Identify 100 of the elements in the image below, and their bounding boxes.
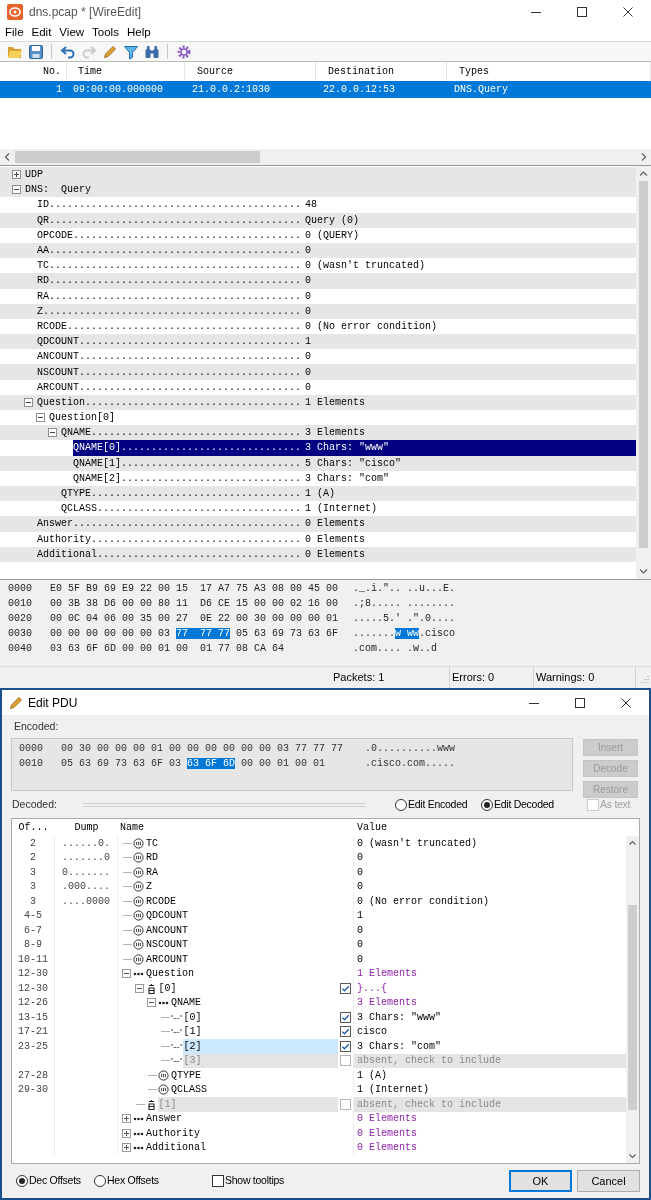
expand-icon[interactable] (122, 1143, 131, 1153)
tree-item[interactable]: QCLASS.................................. 1 (Internet) (61, 501, 636, 517)
dump-cell-text: .000.... (62, 880, 110, 895)
expand-icon[interactable] (122, 1114, 131, 1124)
expand-icon[interactable] (12, 170, 21, 180)
collapse-icon[interactable] (12, 185, 21, 195)
hex-bytes: 00 3B 38 D6 00 00 80 11 D6 CE 15 00 00 02 16 00 (50, 597, 340, 611)
checkbox[interactable] (340, 1026, 351, 1038)
checkbox[interactable] (340, 1040, 351, 1052)
value-cell-text: 0 Elements (356, 1141, 418, 1155)
hex-offset: 0000 (8, 582, 33, 596)
tree-item[interactable]: QTYPE (170, 1068, 353, 1083)
menu-item[interactable]: Help (122, 23, 155, 42)
binoculars-icon[interactable] (143, 43, 160, 60)
tree-item[interactable]: Question (145, 966, 353, 981)
radio-icon[interactable] (395, 798, 407, 811)
checkbox[interactable] (340, 982, 351, 994)
collapse-icon[interactable] (122, 969, 131, 979)
tree-item[interactable]: RA (145, 865, 353, 880)
tree-item[interactable]: Additional (145, 1140, 353, 1155)
column-header[interactable]: Value (354, 819, 639, 836)
collapse-icon[interactable] (36, 413, 45, 423)
ring-icon (133, 852, 144, 864)
tree-item[interactable]: ANCOUNT..................................... 0 (37, 349, 636, 365)
tree-item[interactable]: OPCODE...................................... 0 (QUERY) (37, 227, 636, 243)
checkbox[interactable] (340, 1055, 351, 1067)
collapse-icon[interactable] (24, 397, 33, 407)
tree-item[interactable]: ARCOUNT..................................... 0 (37, 379, 636, 395)
section-label: Encoded: (14, 718, 59, 734)
tree-item[interactable]: Question[0] (49, 410, 636, 426)
close-icon[interactable] (621, 697, 631, 708)
tree-item[interactable]: Authority (145, 1126, 353, 1141)
value-cell-text: 3 Elements (356, 996, 418, 1010)
value-cell-text: 0 (356, 938, 364, 952)
dialog-button[interactable]: Cancel (577, 1170, 640, 1192)
value-cell-text: 1 (356, 909, 364, 923)
dialog-button[interactable]: OK (509, 1170, 572, 1192)
maximize-icon[interactable] (577, 7, 587, 17)
settings-icon[interactable] (175, 43, 192, 60)
checkbox[interactable] (340, 1098, 351, 1110)
tree-item[interactable]: QNAME (170, 995, 353, 1010)
menu-item[interactable]: Tools (88, 23, 123, 42)
checkbox[interactable]: Show tooltips (212, 1173, 285, 1189)
ascii-text: .;8..... ........ (353, 597, 456, 611)
checkbox[interactable] (340, 1011, 351, 1023)
offset-cell-text: 3 (30, 880, 36, 895)
radio-button[interactable]: Dec Offsets (16, 1173, 94, 1189)
tree-item[interactable]: TC.......................................... 0 (wasn't truncated) (37, 258, 636, 274)
undo-icon[interactable] (59, 43, 76, 60)
tree-item[interactable]: TC (145, 836, 353, 851)
tree-item[interactable]: [2] (182, 1039, 338, 1054)
table-cell-text: 21.0.0.2:1030 (191, 83, 271, 97)
tree-item[interactable]: [0] (182, 1010, 338, 1025)
radio-button[interactable]: Edit Decoded (481, 796, 587, 813)
checkbox-icon[interactable] (212, 1175, 224, 1187)
tree-item[interactable]: RCODE (145, 894, 353, 909)
close-icon[interactable] (623, 7, 633, 17)
tree-item[interactable]: ANCOUNT (145, 923, 353, 938)
collapse-icon[interactable] (147, 998, 156, 1008)
column-header[interactable]: Of... (12, 819, 55, 836)
tree-item[interactable]: RA.......................................... 0 (37, 288, 636, 304)
tree-item[interactable]: ARCOUNT (145, 952, 353, 967)
tree-item[interactable]: QNAME[0].............................. 3 Chars: "www" (73, 440, 636, 456)
collapse-icon[interactable] (48, 428, 57, 438)
scrollbar-thumb[interactable] (628, 905, 637, 1110)
tree-item[interactable]: QCLASS (170, 1082, 353, 1097)
ring-icon (133, 881, 144, 893)
tree-item[interactable]: RCODE....................................... 0 (No error condition) (37, 318, 636, 335)
tree-line (123, 915, 132, 917)
tree-item[interactable]: Authority................................... 0 Elements (37, 531, 636, 547)
menu-item[interactable]: Edit (27, 23, 56, 42)
tree-item[interactable]: NSCOUNT (145, 937, 353, 952)
tree-item[interactable]: Answer (145, 1111, 353, 1126)
scrollbar-thumb[interactable] (639, 181, 648, 548)
menu-item[interactable]: File (1, 23, 28, 42)
ring-icon (133, 953, 144, 965)
collapse-icon[interactable] (134, 983, 144, 993)
tree-item[interactable]: QDCOUNT (145, 908, 353, 923)
tree-item[interactable]: ID.......................................... 48 (37, 197, 636, 213)
expand-icon[interactable] (122, 1128, 131, 1138)
radio-button[interactable]: Hex Offsets (94, 1173, 172, 1189)
maximize-icon[interactable] (575, 697, 585, 708)
tree-line (160, 1060, 170, 1062)
column-header[interactable]: Name (118, 819, 354, 836)
splitter-handle[interactable] (83, 802, 366, 807)
pencil-icon (9, 695, 23, 710)
menu-item[interactable]: View (55, 23, 89, 42)
column-header[interactable]: Dump (55, 819, 118, 836)
radio-icon[interactable] (481, 798, 493, 811)
tree-item[interactable]: [0] (157, 981, 338, 996)
ring-icon (158, 1069, 169, 1081)
table-row[interactable]: 1 09:00:00.000000 21.0.0.2:1030 22.0.0.12:53 DNS.Query (0, 81, 651, 98)
scrollbar-thumb[interactable] (15, 151, 260, 163)
radio-button[interactable]: Edit Encoded (395, 796, 481, 813)
tree-item[interactable]: [1] (182, 1024, 338, 1039)
tree-item[interactable]: QNAME[2].............................. 3 Chars: "com" (73, 470, 636, 486)
tree-item[interactable]: RD (145, 850, 353, 865)
tree-item[interactable]: Z (145, 879, 353, 894)
radio-icon[interactable] (16, 1175, 28, 1187)
radio-icon[interactable] (94, 1175, 106, 1187)
